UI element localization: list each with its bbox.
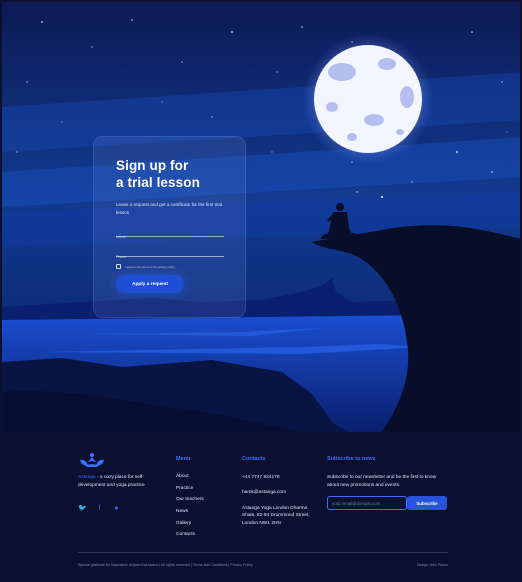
subscribe-text: Subscribe to our newsletter and be the f… xyxy=(327,475,437,488)
lotus-logo-icon xyxy=(80,453,104,467)
twitter-icon[interactable]: 🐦 xyxy=(78,504,87,513)
brand-description: Astanga - a cozy place for self-developm… xyxy=(78,474,148,489)
menu-item-practice[interactable]: Practice xyxy=(176,486,204,498)
astanga-logo[interactable] xyxy=(78,452,106,473)
signup-title: Sign up for a trial lesson xyxy=(116,157,236,191)
menu-item-our-teachers[interactable]: Our teachers xyxy=(176,497,204,509)
subscribe-title: Subscribe to news xyxy=(327,456,376,462)
contact-email[interactable]: hamk@astanga.com xyxy=(242,489,317,496)
menu-item-about[interactable]: About xyxy=(176,474,204,486)
message-icon[interactable]: ● xyxy=(112,504,121,513)
footer-divider xyxy=(78,552,448,553)
signup-subtitle: Leave a request and get a certificate fo… xyxy=(116,202,222,215)
menu-title: Menu xyxy=(176,456,191,462)
menu-item-contacts[interactable]: Contacts xyxy=(176,532,204,544)
phone-input[interactable] xyxy=(116,252,224,262)
menu-list: About Practice Our teachers News Gallery… xyxy=(176,474,204,544)
agree-checkbox[interactable] xyxy=(116,264,121,269)
social-links: 🐦 f ● xyxy=(78,504,121,513)
page-frame: Sign up for a trial lesson Leave a reque… xyxy=(2,2,520,580)
contacts-title: Contacts xyxy=(242,456,266,462)
contact-phone[interactable]: +44 7747 824178 xyxy=(242,474,317,481)
menu-item-news[interactable]: News xyxy=(176,509,204,521)
apply-request-button[interactable]: Apply a request xyxy=(116,275,184,293)
footer-credits: Special gratitude for inspiration: Artyo… xyxy=(78,563,253,567)
brand-name: Astanga xyxy=(78,475,96,480)
subscribe-email-input[interactable] xyxy=(327,496,407,510)
footer: Astanga - a cozy place for self-developm… xyxy=(2,432,520,580)
facebook-icon[interactable]: f xyxy=(95,504,104,513)
name-input[interactable] xyxy=(116,232,224,242)
page: Sign up for a trial lesson Leave a reque… xyxy=(0,0,522,582)
night-landscape-illustration xyxy=(2,2,520,432)
footer-design-credit: Design: Alex Parlov xyxy=(416,563,448,567)
subscribe-button[interactable]: Subscribe xyxy=(407,496,447,510)
agree-row: I agree to the terms of the privacy poli… xyxy=(116,264,175,269)
contact-address: Astanga Yoga London Dharma Shala, 92-94 … xyxy=(242,506,310,526)
signup-title-line1: Sign up for xyxy=(116,158,189,173)
menu-item-gallery[interactable]: Gallery xyxy=(176,521,204,533)
signup-title-line2: a trial lesson xyxy=(116,175,200,190)
agree-text: I agree to the terms of the privacy poli… xyxy=(125,264,175,269)
name-field xyxy=(116,225,224,242)
phone-field xyxy=(116,245,224,262)
signup-card: Sign up for a trial lesson Leave a reque… xyxy=(93,136,246,318)
hero-scene: Sign up for a trial lesson Leave a reque… xyxy=(2,2,520,432)
